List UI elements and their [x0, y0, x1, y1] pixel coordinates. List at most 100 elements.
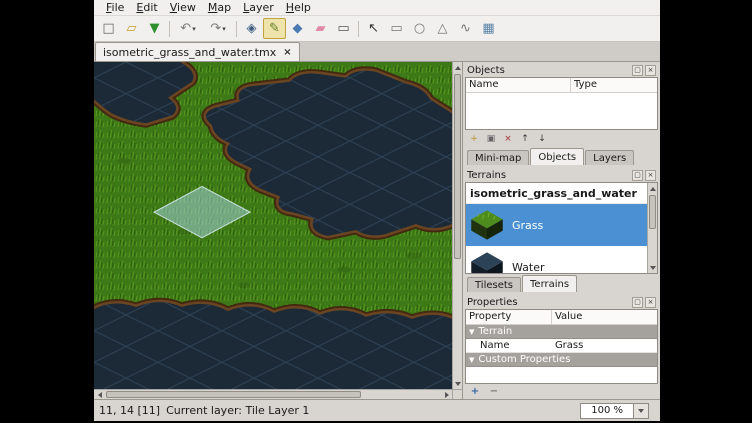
scroll-down-button[interactable]: [453, 378, 462, 389]
toolbar-separator: [236, 21, 237, 37]
properties-table-header: Property Value: [466, 310, 657, 325]
objects-toolbar: + ▣ × ↑ ↓: [465, 130, 658, 147]
select-objects-tool-button[interactable]: ↖: [362, 18, 385, 39]
water-pond-topleft: [94, 62, 194, 123]
terrain-brush-icon: ✎: [269, 21, 280, 36]
status-bar: 11, 14 [11] Current layer: Tile Layer 1 …: [94, 399, 660, 421]
map-canvas[interactable]: [94, 62, 452, 389]
scroll-left-button[interactable]: [94, 390, 105, 399]
objects-list[interactable]: [466, 93, 657, 129]
insert-tile-icon: ▦: [482, 21, 494, 36]
properties-table: Property Value ▼ Terrain Name Grass ▼ Cu…: [465, 309, 658, 384]
properties-footer: + −: [465, 384, 658, 398]
toolbar-separator: [169, 21, 170, 37]
terrain-item-water[interactable]: Water: [466, 246, 647, 274]
left-arrow-icon: [98, 392, 102, 398]
terrains-panel-float-button[interactable]: ▢: [632, 170, 643, 181]
redo-dropdown-icon[interactable]: ▾: [222, 25, 226, 33]
select-objects-icon: ↖: [368, 21, 379, 36]
property-group-label: Custom Properties: [478, 354, 570, 365]
terrains-scroll-thumb[interactable]: [649, 195, 656, 229]
dropdown-arrow-icon: [638, 409, 644, 413]
properties-column-value[interactable]: Value: [552, 310, 657, 324]
insert-polygon-tool-button[interactable]: △: [431, 18, 454, 39]
tab-tilesets[interactable]: Tilesets: [467, 277, 521, 292]
property-value-cell[interactable]: Grass: [552, 340, 657, 351]
cursor-coordinates: 11, 14 [11]: [99, 404, 160, 417]
vertical-scroll-thumb[interactable]: [454, 74, 461, 259]
tab-terrains[interactable]: Terrains: [522, 275, 577, 292]
new-file-button[interactable]: □: [97, 18, 120, 39]
horizontal-scroll-thumb[interactable]: [106, 391, 361, 398]
redo-icon: ↷: [210, 21, 221, 36]
scroll-down-button[interactable]: [648, 262, 657, 273]
scroll-up-button[interactable]: [648, 183, 657, 194]
menu-view[interactable]: View: [164, 1, 202, 14]
redo-button[interactable]: ↷▾: [203, 18, 233, 39]
menu-map[interactable]: Map: [202, 1, 237, 14]
insert-ellipse-tool-button[interactable]: ○: [408, 18, 431, 39]
water-channel-bottom: [94, 302, 452, 389]
menu-edit[interactable]: Edit: [130, 1, 163, 14]
tab-minimap[interactable]: Mini-map: [467, 150, 529, 165]
undo-icon: ↶: [180, 21, 191, 36]
stamp-brush-tool-button[interactable]: ◈: [240, 18, 263, 39]
lower-object-button[interactable]: ↓: [534, 131, 550, 146]
tab-close-icon[interactable]: ×: [283, 47, 291, 58]
objects-panel-float-button[interactable]: ▢: [632, 65, 643, 76]
properties-panel-close-button[interactable]: ×: [645, 297, 656, 308]
terrains-panel-titlebar: Terrains ▢ ×: [465, 168, 658, 182]
menu-layer[interactable]: Layer: [237, 1, 280, 14]
rect-select-tool-button[interactable]: ▭: [332, 18, 355, 39]
open-folder-icon: ▱: [127, 21, 137, 36]
save-file-button[interactable]: ▼: [143, 18, 166, 39]
toolbar-separator: [358, 21, 359, 37]
eraser-tool-button[interactable]: ▰: [309, 18, 332, 39]
insert-rectangle-tool-button[interactable]: ▭: [385, 18, 408, 39]
up-arrow-icon: [650, 187, 656, 191]
undo-dropdown-icon[interactable]: ▾: [192, 25, 196, 33]
terrains-panel-close-button[interactable]: ×: [645, 170, 656, 181]
zoom-combobox[interactable]: 100 %: [580, 403, 649, 419]
properties-panel-float-button[interactable]: ▢: [632, 297, 643, 308]
remove-object-button[interactable]: ×: [500, 131, 516, 146]
insert-polygon-icon: △: [438, 21, 448, 36]
open-file-button[interactable]: ▱: [120, 18, 143, 39]
add-property-button[interactable]: +: [467, 385, 483, 397]
tab-layers[interactable]: Layers: [585, 150, 634, 165]
objects-column-type[interactable]: Type: [571, 78, 657, 92]
screen: File Edit View Map Layer Help □ ▱ ▼ ↶▾ ↷…: [0, 0, 752, 423]
down-arrow-icon: [650, 266, 656, 270]
scroll-right-button[interactable]: [441, 390, 452, 399]
document-tab[interactable]: isometric_grass_and_water.tmx ×: [95, 42, 300, 61]
property-group-terrain[interactable]: ▼ Terrain: [466, 325, 657, 339]
objects-table-header: Name Type: [466, 78, 657, 93]
add-object-button[interactable]: +: [466, 131, 482, 146]
tab-objects[interactable]: Objects: [530, 148, 584, 165]
objects-panel-close-button[interactable]: ×: [645, 65, 656, 76]
terrains-scrollbar[interactable]: [647, 183, 657, 273]
insert-tile-tool-button[interactable]: ▦: [477, 18, 500, 39]
objects-column-name[interactable]: Name: [466, 78, 571, 92]
raise-object-button[interactable]: ↑: [517, 131, 533, 146]
undo-button[interactable]: ↶▾: [173, 18, 203, 39]
duplicate-object-button[interactable]: ▣: [483, 131, 499, 146]
remove-property-button[interactable]: −: [486, 385, 502, 397]
current-layer-label: Current layer: Tile Layer 1: [166, 404, 309, 417]
insert-polyline-tool-button[interactable]: ∿: [454, 18, 477, 39]
insert-rectangle-icon: ▭: [390, 21, 402, 36]
property-group-custom-properties[interactable]: ▼ Custom Properties: [466, 353, 657, 367]
bucket-fill-icon: ◆: [293, 21, 303, 36]
bucket-fill-tool-button[interactable]: ◆: [286, 18, 309, 39]
zoom-dropdown-button[interactable]: [634, 403, 649, 419]
properties-column-property[interactable]: Property: [466, 310, 552, 324]
menu-help[interactable]: Help: [280, 1, 317, 14]
terrain-brush-tool-button[interactable]: ✎: [263, 18, 286, 39]
map-view[interactable]: [94, 62, 462, 399]
scroll-up-button[interactable]: [453, 62, 462, 73]
menu-file[interactable]: File: [100, 1, 130, 14]
map-horizontal-scrollbar[interactable]: [94, 389, 452, 399]
property-row-name[interactable]: Name Grass: [466, 339, 657, 353]
terrain-item-grass[interactable]: Grass: [466, 204, 647, 246]
map-vertical-scrollbar[interactable]: [452, 62, 462, 389]
